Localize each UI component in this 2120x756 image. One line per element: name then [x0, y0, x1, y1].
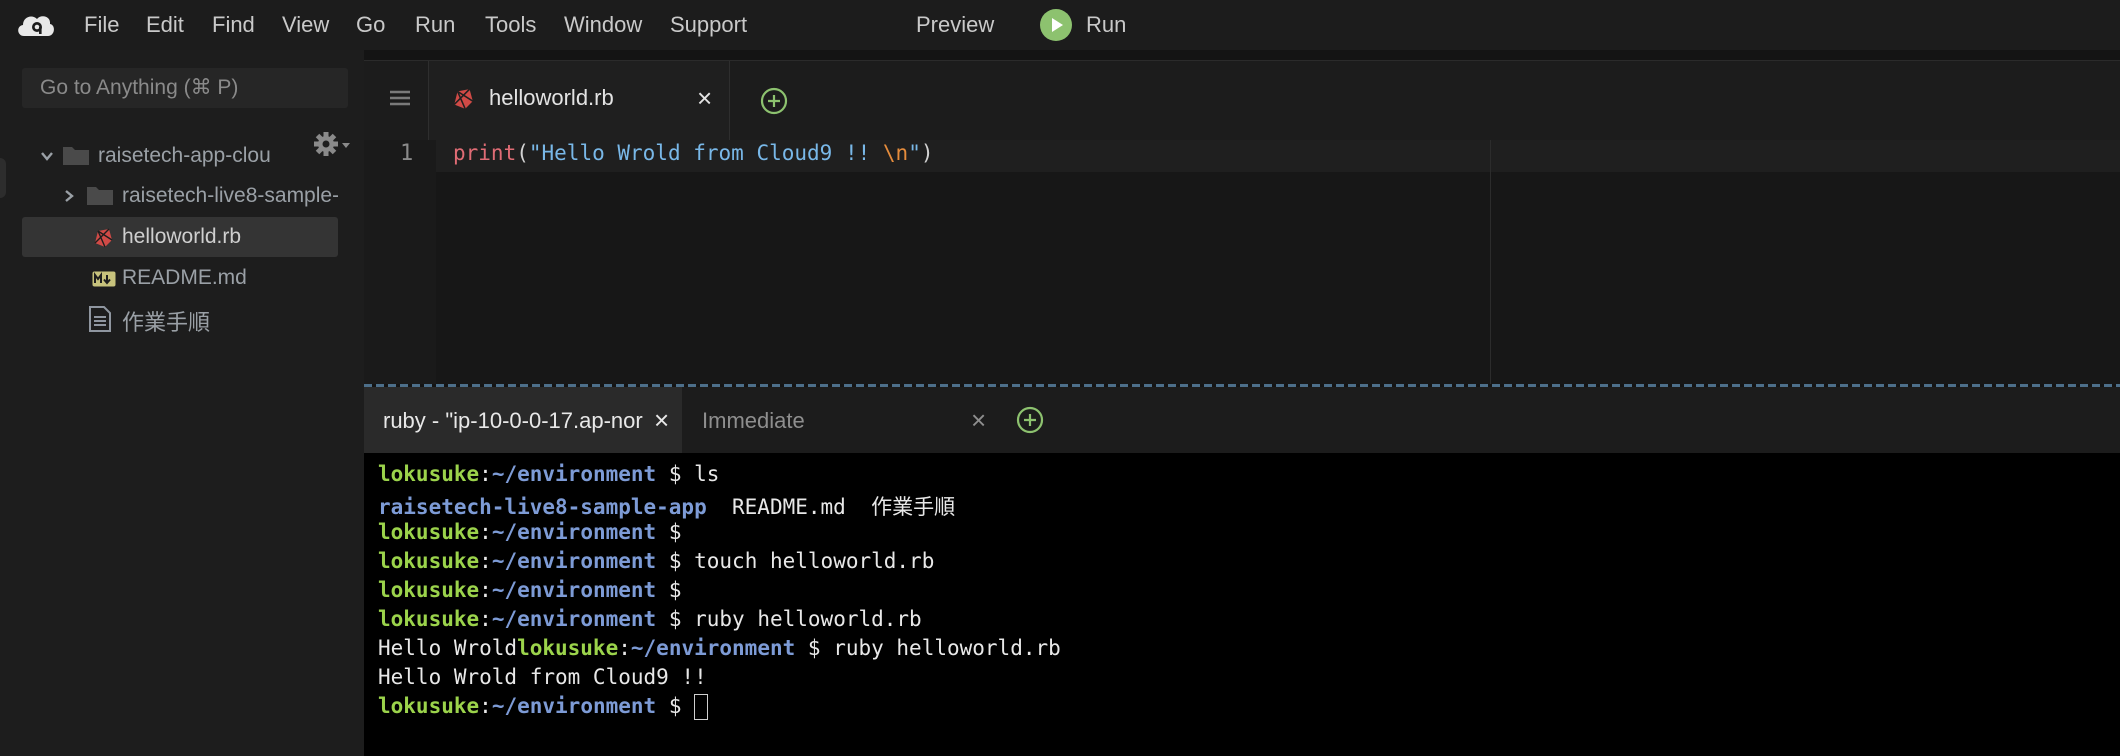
terminal-command: $ touch helloworld.rb	[656, 549, 935, 573]
markdown-file-icon	[92, 271, 116, 287]
preview-button[interactable]: Preview	[916, 12, 994, 38]
prompt-path: ~/environment	[491, 578, 657, 602]
goto-anything-input[interactable]	[22, 68, 348, 108]
text-file-icon	[89, 306, 111, 332]
cloud9-logo-icon[interactable]	[14, 10, 56, 40]
menu-bar: File Edit Find View Go Run Tools Window …	[0, 0, 2120, 50]
close-icon[interactable]: ×	[971, 405, 986, 436]
terminal-command: $	[656, 520, 682, 544]
code-token-function: print	[453, 141, 517, 165]
code-token-paren-close: )	[920, 141, 934, 165]
line-gutter: 1	[364, 140, 436, 384]
menu-go[interactable]: Go	[356, 12, 385, 38]
terminal-line: lokusuke:~/environment $ touch helloworl…	[378, 549, 935, 573]
menu-run[interactable]: Run	[415, 12, 455, 38]
tree-item-readme-md[interactable]: README.md	[22, 258, 338, 298]
tree-item-label: helloworld.rb	[122, 225, 242, 248]
tree-item-notes[interactable]: 作業手順	[22, 298, 338, 338]
terminal-command: $	[656, 578, 682, 602]
run-button[interactable]: Run	[1040, 8, 1126, 42]
tree-item-helloworld-rb[interactable]: helloworld.rb	[22, 217, 338, 257]
tab-label: helloworld.rb	[489, 85, 614, 110]
file-tree-panel: raisetech-app-clou raisetech-live8-sampl…	[0, 50, 364, 756]
menu-tools[interactable]: Tools	[485, 12, 536, 38]
code-token-string-end: "	[908, 141, 921, 165]
chevron-right-icon[interactable]	[62, 189, 76, 203]
tab-label: Immediate	[702, 408, 805, 433]
prompt-path: ~/environment	[491, 607, 657, 631]
prompt-user: lokusuke	[378, 549, 480, 573]
menu-view[interactable]: View	[282, 12, 329, 38]
terminal-command: $	[656, 694, 695, 718]
menu-edit[interactable]: Edit	[146, 12, 184, 38]
folder-icon	[87, 187, 113, 205]
terminal-line: lokusuke:~/environment $	[378, 694, 709, 720]
goto-anything[interactable]	[22, 68, 348, 108]
add-tab-icon[interactable]	[760, 87, 788, 115]
terminal-command: $ ls	[656, 462, 720, 486]
tree-item-label: 作業手順	[122, 310, 211, 335]
terminal-tab-bar: ruby - "ip-10-0-0-17.ap-nor × Immediate …	[364, 387, 2120, 453]
prompt-user: lokusuke	[378, 520, 480, 544]
print-margin-line	[1490, 140, 1491, 384]
tab-terminal-ruby[interactable]: ruby - "ip-10-0-0-17.ap-nor ×	[364, 387, 682, 453]
ruby-file-icon	[94, 228, 113, 248]
prompt-path: ~/environment	[491, 694, 657, 718]
code-editor[interactable]: 1 print("Hello Wrold from Cloud9 !! \n")	[364, 140, 2120, 384]
prompt-user: lokusuke	[517, 636, 619, 660]
menu-support[interactable]: Support	[670, 12, 747, 38]
panel-edge-handle[interactable]	[0, 158, 6, 198]
terminal-line: lokusuke:~/environment $	[378, 520, 682, 544]
code-token-paren: (	[516, 141, 529, 165]
tab-helloworld-rb[interactable]: helloworld.rb ×	[428, 61, 730, 141]
terminal-command: $ ruby helloworld.rb	[656, 607, 922, 631]
tree-item-label: raisetech-live8-sample-a	[122, 184, 338, 207]
program-output: Hello Wrold	[378, 636, 518, 660]
code-token-escape: \n	[882, 141, 909, 165]
terminal-output[interactable]: lokusuke:~/environment $ ls raisetech-li…	[364, 453, 2120, 756]
prompt-user: lokusuke	[378, 607, 480, 631]
prompt-user: lokusuke	[378, 694, 480, 718]
terminal-command: $ ruby helloworld.rb	[795, 636, 1061, 660]
menu-window[interactable]: Window	[564, 12, 642, 38]
menu-icon[interactable]	[390, 89, 410, 107]
menu-find[interactable]: Find	[212, 12, 255, 38]
line-number: 1	[400, 141, 414, 166]
close-icon[interactable]: ×	[654, 405, 669, 436]
terminal-line: lokusuke:~/environment $	[378, 578, 682, 602]
terminal-line: lokusuke:~/environment $ ls	[378, 462, 720, 486]
tree-item-label: raisetech-app-clou	[98, 144, 271, 167]
ls-directory-entry: raisetech-live8-sample-app	[378, 495, 707, 519]
program-output: Hello Wrold from Cloud9 !!	[378, 665, 707, 689]
terminal-line: lokusuke:~/environment $ ruby helloworld…	[378, 607, 922, 631]
run-button-label: Run	[1086, 12, 1127, 37]
code-token-string: "Hello Wrold from Cloud9 !!	[528, 141, 883, 165]
tree-item-root-folder[interactable]: raisetech-app-clou	[22, 136, 338, 176]
terminal-line: Hello Wrold from Cloud9 !!	[378, 665, 707, 689]
prompt-path: ~/environment	[491, 549, 657, 573]
menu-file[interactable]: File	[84, 12, 119, 38]
terminal-cursor[interactable]	[694, 694, 709, 720]
tree-item-subfolder[interactable]: raisetech-live8-sample-a	[22, 176, 338, 216]
ls-file-entries: README.md 作業手順	[706, 495, 956, 519]
prompt-path: ~/environment	[491, 462, 657, 486]
terminal-line: raisetech-live8-sample-app README.md 作業手…	[378, 491, 955, 521]
tab-label: ruby - "ip-10-0-0-17.ap-nor	[383, 408, 643, 433]
editor-tab-bar: helloworld.rb ×	[364, 60, 2120, 141]
code-line[interactable]: print("Hello Wrold from Cloud9 !! \n")	[453, 141, 934, 165]
prompt-user: lokusuke	[378, 578, 480, 602]
play-icon	[1040, 9, 1072, 41]
chevron-down-icon[interactable]	[40, 149, 54, 163]
prompt-user: lokusuke	[378, 462, 480, 486]
folder-icon	[63, 147, 89, 165]
prompt-path: ~/environment	[630, 636, 796, 660]
ruby-file-icon	[453, 88, 474, 110]
tree-item-label: README.md	[122, 266, 247, 289]
close-icon[interactable]: ×	[697, 83, 712, 114]
terminal-line: Hello Wroldlokusuke:~/environment $ ruby…	[378, 636, 1061, 660]
add-tab-icon[interactable]	[1016, 406, 1044, 434]
prompt-path: ~/environment	[491, 520, 657, 544]
